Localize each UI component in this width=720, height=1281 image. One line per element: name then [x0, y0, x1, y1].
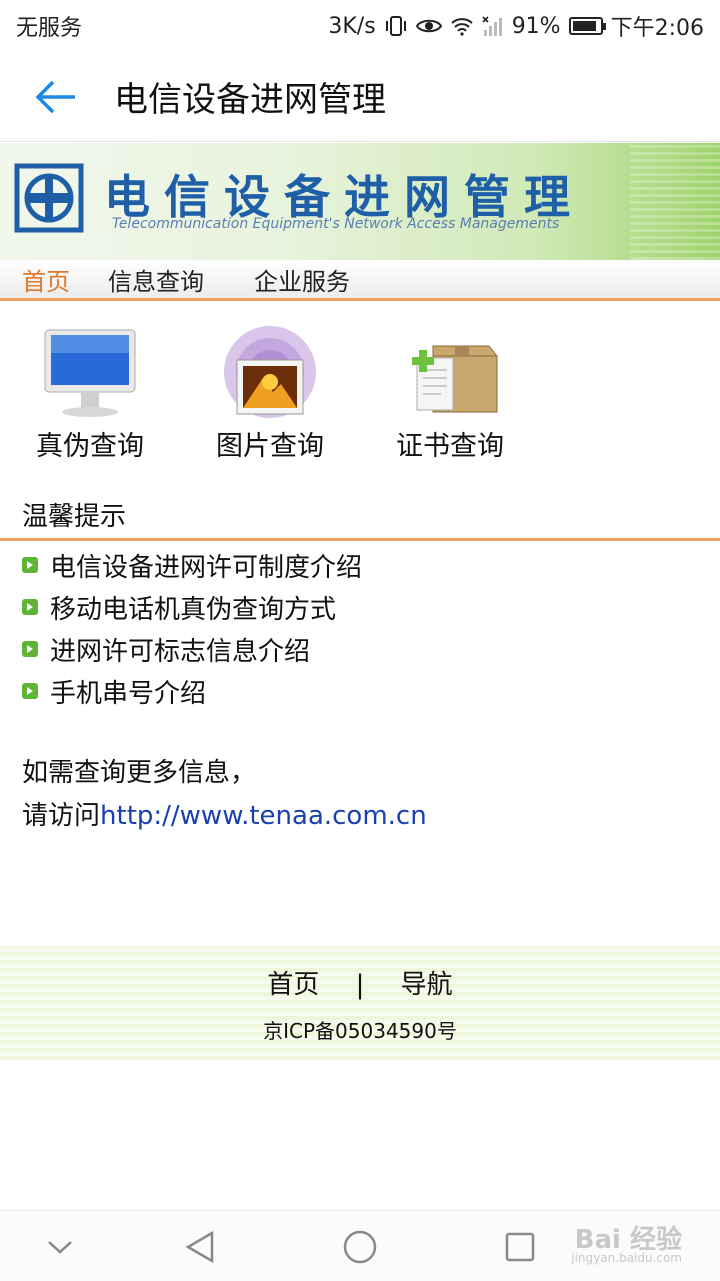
arrow-bullet-icon: [22, 599, 38, 615]
function-grid: 真伪查询 图片查询 证书查询: [0, 322, 720, 472]
triangle-back-icon: [185, 1230, 214, 1264]
nav-tabs: 首页 信息查询 企业服务: [0, 260, 720, 301]
header-banner: 电信设备进网管理 Telecommunication Equipment's N…: [0, 143, 720, 260]
function-label: 证书查询: [396, 431, 504, 462]
recents-nav-button[interactable]: [502, 1229, 538, 1265]
hide-nav-button[interactable]: [42, 1229, 78, 1265]
footer-home-link[interactable]: 首页: [267, 970, 319, 1000]
tenaa-logo-icon: [14, 163, 84, 233]
battery-percent: 91%: [511, 13, 561, 39]
picture-icon: [224, 326, 316, 418]
more-info-line2: 请访问http://www.tenaa.com.cn: [22, 795, 427, 838]
banner-decoration: [630, 143, 720, 260]
visit-prefix: 请访问: [22, 801, 101, 831]
icp-number: 京ICP备05034590号: [263, 1019, 457, 1043]
carrier-label: 无服务: [16, 16, 83, 41]
tips-item-label: 电信设备进网许可制度介绍: [50, 552, 363, 583]
home-nav-button[interactable]: [342, 1229, 378, 1265]
network-speed: 3K/s: [328, 13, 376, 39]
status-indicators: 3K/s 91% 下午2:06: [328, 10, 704, 42]
footer-nav-link[interactable]: 导航: [401, 970, 453, 1000]
square-recents-icon: [505, 1232, 535, 1262]
footer-separator: |: [355, 970, 365, 1000]
picture-query-button[interactable]: 图片查询: [195, 322, 345, 463]
tab-enterprise-service[interactable]: 企业服务: [254, 262, 350, 297]
tips-item-label: 进网许可标志信息介绍: [50, 636, 311, 667]
wifi-icon: [450, 16, 474, 36]
chevron-down-icon: [48, 1241, 72, 1254]
more-info-text: 如需查询更多信息， 请访问http://www.tenaa.com.cn: [22, 752, 427, 838]
tips-item[interactable]: 移动电话机真伪查询方式: [22, 586, 362, 628]
signal-off-icon: [482, 16, 504, 36]
monitor-icon: [44, 329, 136, 417]
back-nav-button[interactable]: [182, 1229, 218, 1265]
tips-item-label: 手机串号介绍: [50, 678, 207, 709]
back-button[interactable]: [26, 67, 86, 127]
circle-home-icon: [343, 1230, 377, 1264]
system-nav-bar: Bai 经验 jingyan.baidu.com: [0, 1210, 720, 1281]
tips-item-label: 移动电话机真伪查询方式: [50, 594, 337, 625]
tips-list: 电信设备进网许可制度介绍 移动电话机真伪查询方式 进网许可标志信息介绍 手机串号…: [22, 544, 362, 712]
status-bar: 无服务 3K/s 91% 下午2:06: [0, 0, 720, 52]
baidu-watermark-url: jingyan.baidu.com: [571, 1251, 682, 1265]
app-bar: 电信设备进网管理: [0, 52, 720, 142]
clock: 下午2:06: [610, 16, 704, 41]
arrow-bullet-icon: [22, 683, 38, 699]
authenticity-query-button[interactable]: 真伪查询: [15, 322, 165, 463]
box-add-icon: [412, 345, 498, 413]
vibrate-icon: [384, 15, 408, 37]
tab-home[interactable]: 首页: [22, 262, 70, 297]
tab-info-query[interactable]: 信息查询: [108, 262, 204, 297]
arrow-left-icon: [35, 80, 75, 113]
battery-icon: [568, 17, 606, 35]
tips-heading: 温馨提示: [22, 502, 127, 532]
battery-fill: [572, 21, 597, 31]
tips-item[interactable]: 手机串号介绍: [22, 670, 362, 712]
tips-item[interactable]: 进网许可标志信息介绍: [22, 628, 362, 670]
banner-subtitle: Telecommunication Equipment's Network Ac…: [112, 216, 560, 232]
tips-item[interactable]: 电信设备进网许可制度介绍: [22, 544, 362, 586]
footer: 首页 | 导航 京ICP备05034590号: [0, 946, 720, 1060]
page-title: 电信设备进网管理: [114, 80, 386, 120]
footer-links: 首页 | 导航: [0, 964, 720, 1001]
tips-divider: [0, 538, 720, 541]
arrow-bullet-icon: [22, 557, 38, 573]
more-info-line1: 如需查询更多信息，: [22, 758, 257, 788]
function-label: 真伪查询: [36, 431, 144, 462]
certificate-query-button[interactable]: 证书查询: [375, 322, 525, 463]
arrow-bullet-icon: [22, 641, 38, 657]
tenaa-link[interactable]: http://www.tenaa.com.cn: [100, 801, 427, 831]
eye-icon: [415, 17, 442, 35]
function-label: 图片查询: [216, 431, 324, 462]
